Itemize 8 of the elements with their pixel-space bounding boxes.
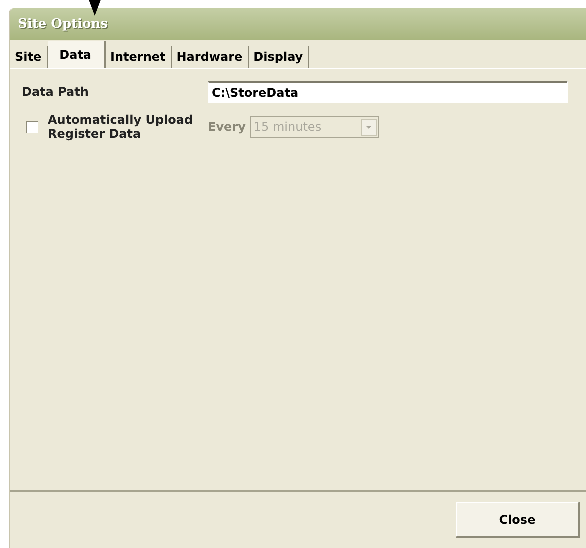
field-label: Data Path (22, 85, 90, 99)
window-title: Site Options (18, 16, 108, 32)
tab[interactable]: Data (48, 41, 106, 68)
checkbox-label: Automatically Upload Register Data (48, 113, 194, 141)
data-path-field[interactable]: C:\StoreData (208, 81, 568, 103)
close-button[interactable]: Close (456, 502, 580, 538)
checkbox[interactable] (26, 121, 38, 133)
interval-label: Every (208, 120, 246, 134)
